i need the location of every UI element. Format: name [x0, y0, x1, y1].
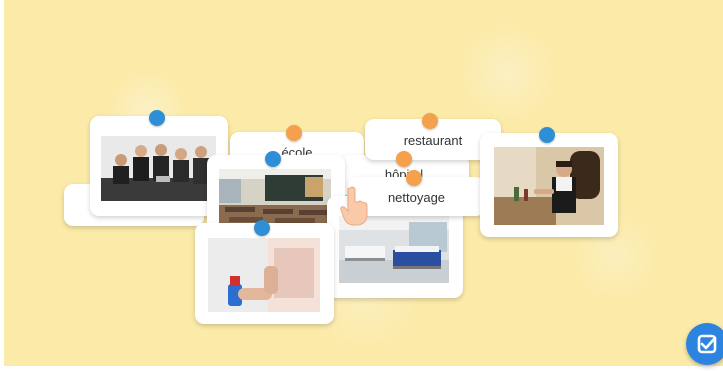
pin-orange-ecole: [286, 125, 302, 141]
waitress-image: [494, 147, 604, 225]
cleaning-spray-image: [208, 238, 320, 312]
business-meeting-image: [101, 136, 216, 201]
pin-orange-nettoyage: [406, 170, 422, 186]
pin-blue-business: [149, 110, 165, 126]
check-answers-button[interactable]: [686, 323, 723, 365]
hospital-image: [339, 216, 449, 283]
pin-blue-waitress: [539, 127, 555, 143]
check-square-icon: [697, 334, 717, 354]
pin-blue-cleaning: [254, 220, 270, 236]
word-label-nettoyage: nettoyage: [387, 190, 446, 205]
classroom-image: [219, 169, 331, 227]
pin-blue-classroom: [265, 151, 281, 167]
activity-board: école hôpital restaurant nettoyage: [4, 0, 723, 366]
image-card-cleaning[interactable]: [195, 223, 334, 324]
image-card-waitress[interactable]: [480, 133, 618, 237]
hand-pointer-icon: [340, 186, 368, 226]
pin-orange-restaurant: [422, 113, 438, 129]
pin-orange-hopital: [396, 151, 412, 167]
